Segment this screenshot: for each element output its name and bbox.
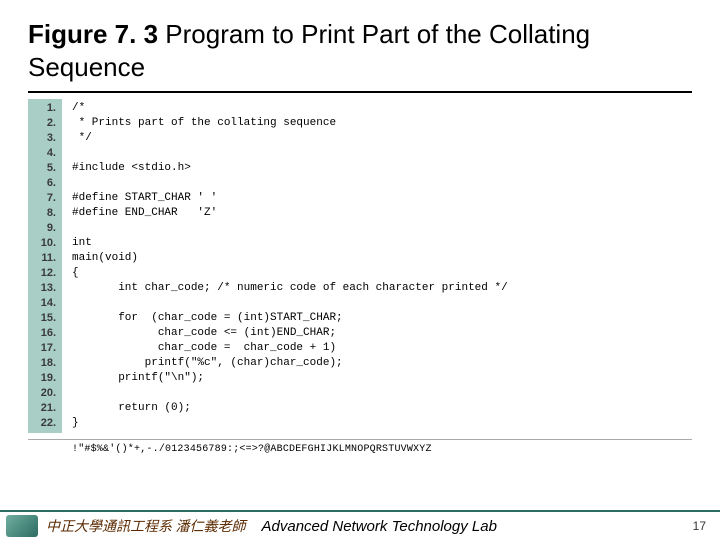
code-line: char_code = char_code + 1) [72,341,508,356]
code-line: #define START_CHAR ' ' [72,191,508,206]
line-number: 10. [32,236,56,251]
code-line [72,146,508,161]
line-number: 6. [32,176,56,191]
line-number: 18. [32,356,56,371]
line-number: 21. [32,401,56,416]
line-number: 15. [32,311,56,326]
slide: Figure 7. 3 Program to Print Part of the… [0,0,720,540]
line-number: 12. [32,266,56,281]
line-number: 1. [32,101,56,116]
output-divider [28,439,692,440]
code-line: return (0); [72,401,508,416]
code-line: } [72,416,508,431]
code-line [72,296,508,311]
footer-affiliation-en: Advanced Network Technology Lab [262,518,497,535]
code-line: for (char_code = (int)START_CHAR; [72,311,508,326]
line-number: 16. [32,326,56,341]
line-number: 2. [32,116,56,131]
code-line: { [72,266,508,281]
line-number-gutter: 1.2.3.4.5.6.7.8.9.10.11.12.13.14.15.16.1… [28,99,62,433]
figure-number: Figure 7. 3 [28,19,158,49]
page-number: 17 [693,519,706,533]
code-line: #define END_CHAR 'Z' [72,206,508,221]
line-number: 11. [32,251,56,266]
code-line: * Prints part of the collating sequence [72,116,508,131]
code-line: #include <stdio.h> [72,161,508,176]
code-line [72,176,508,191]
code-line: int char_code; /* numeric code of each c… [72,281,508,296]
line-number: 19. [32,371,56,386]
code-line: printf("\n"); [72,371,508,386]
line-number: 9. [32,221,56,236]
code-line: */ [72,131,508,146]
code-line: main(void) [72,251,508,266]
line-number: 14. [32,296,56,311]
line-number: 3. [32,131,56,146]
line-number: 4. [32,146,56,161]
code-line [72,386,508,401]
code-line: int [72,236,508,251]
line-number: 22. [32,416,56,431]
title-divider [28,91,692,93]
footer-affiliation-cn: 中正大學通訊工程系 潘仁義老師 [46,516,246,536]
line-number: 20. [32,386,56,401]
code-line: char_code <= (int)END_CHAR; [72,326,508,341]
line-number: 17. [32,341,56,356]
code-line: printf("%c", (char)char_code); [72,356,508,371]
code-line: /* [72,101,508,116]
line-number: 7. [32,191,56,206]
line-number: 5. [32,161,56,176]
code-lines: /* * Prints part of the collating sequen… [62,99,508,433]
slide-title: Figure 7. 3 Program to Print Part of the… [28,18,692,83]
code-listing: 1.2.3.4.5.6.7.8.9.10.11.12.13.14.15.16.1… [28,99,692,433]
line-number: 13. [32,281,56,296]
program-output: !"#$%&'()*+,-./0123456789:;<=>?@ABCDEFGH… [28,444,692,455]
code-line [72,221,508,236]
line-number: 8. [32,206,56,221]
lab-logo-icon [6,515,38,537]
slide-footer: 中正大學通訊工程系 潘仁義老師 Advanced Network Technol… [0,510,720,540]
